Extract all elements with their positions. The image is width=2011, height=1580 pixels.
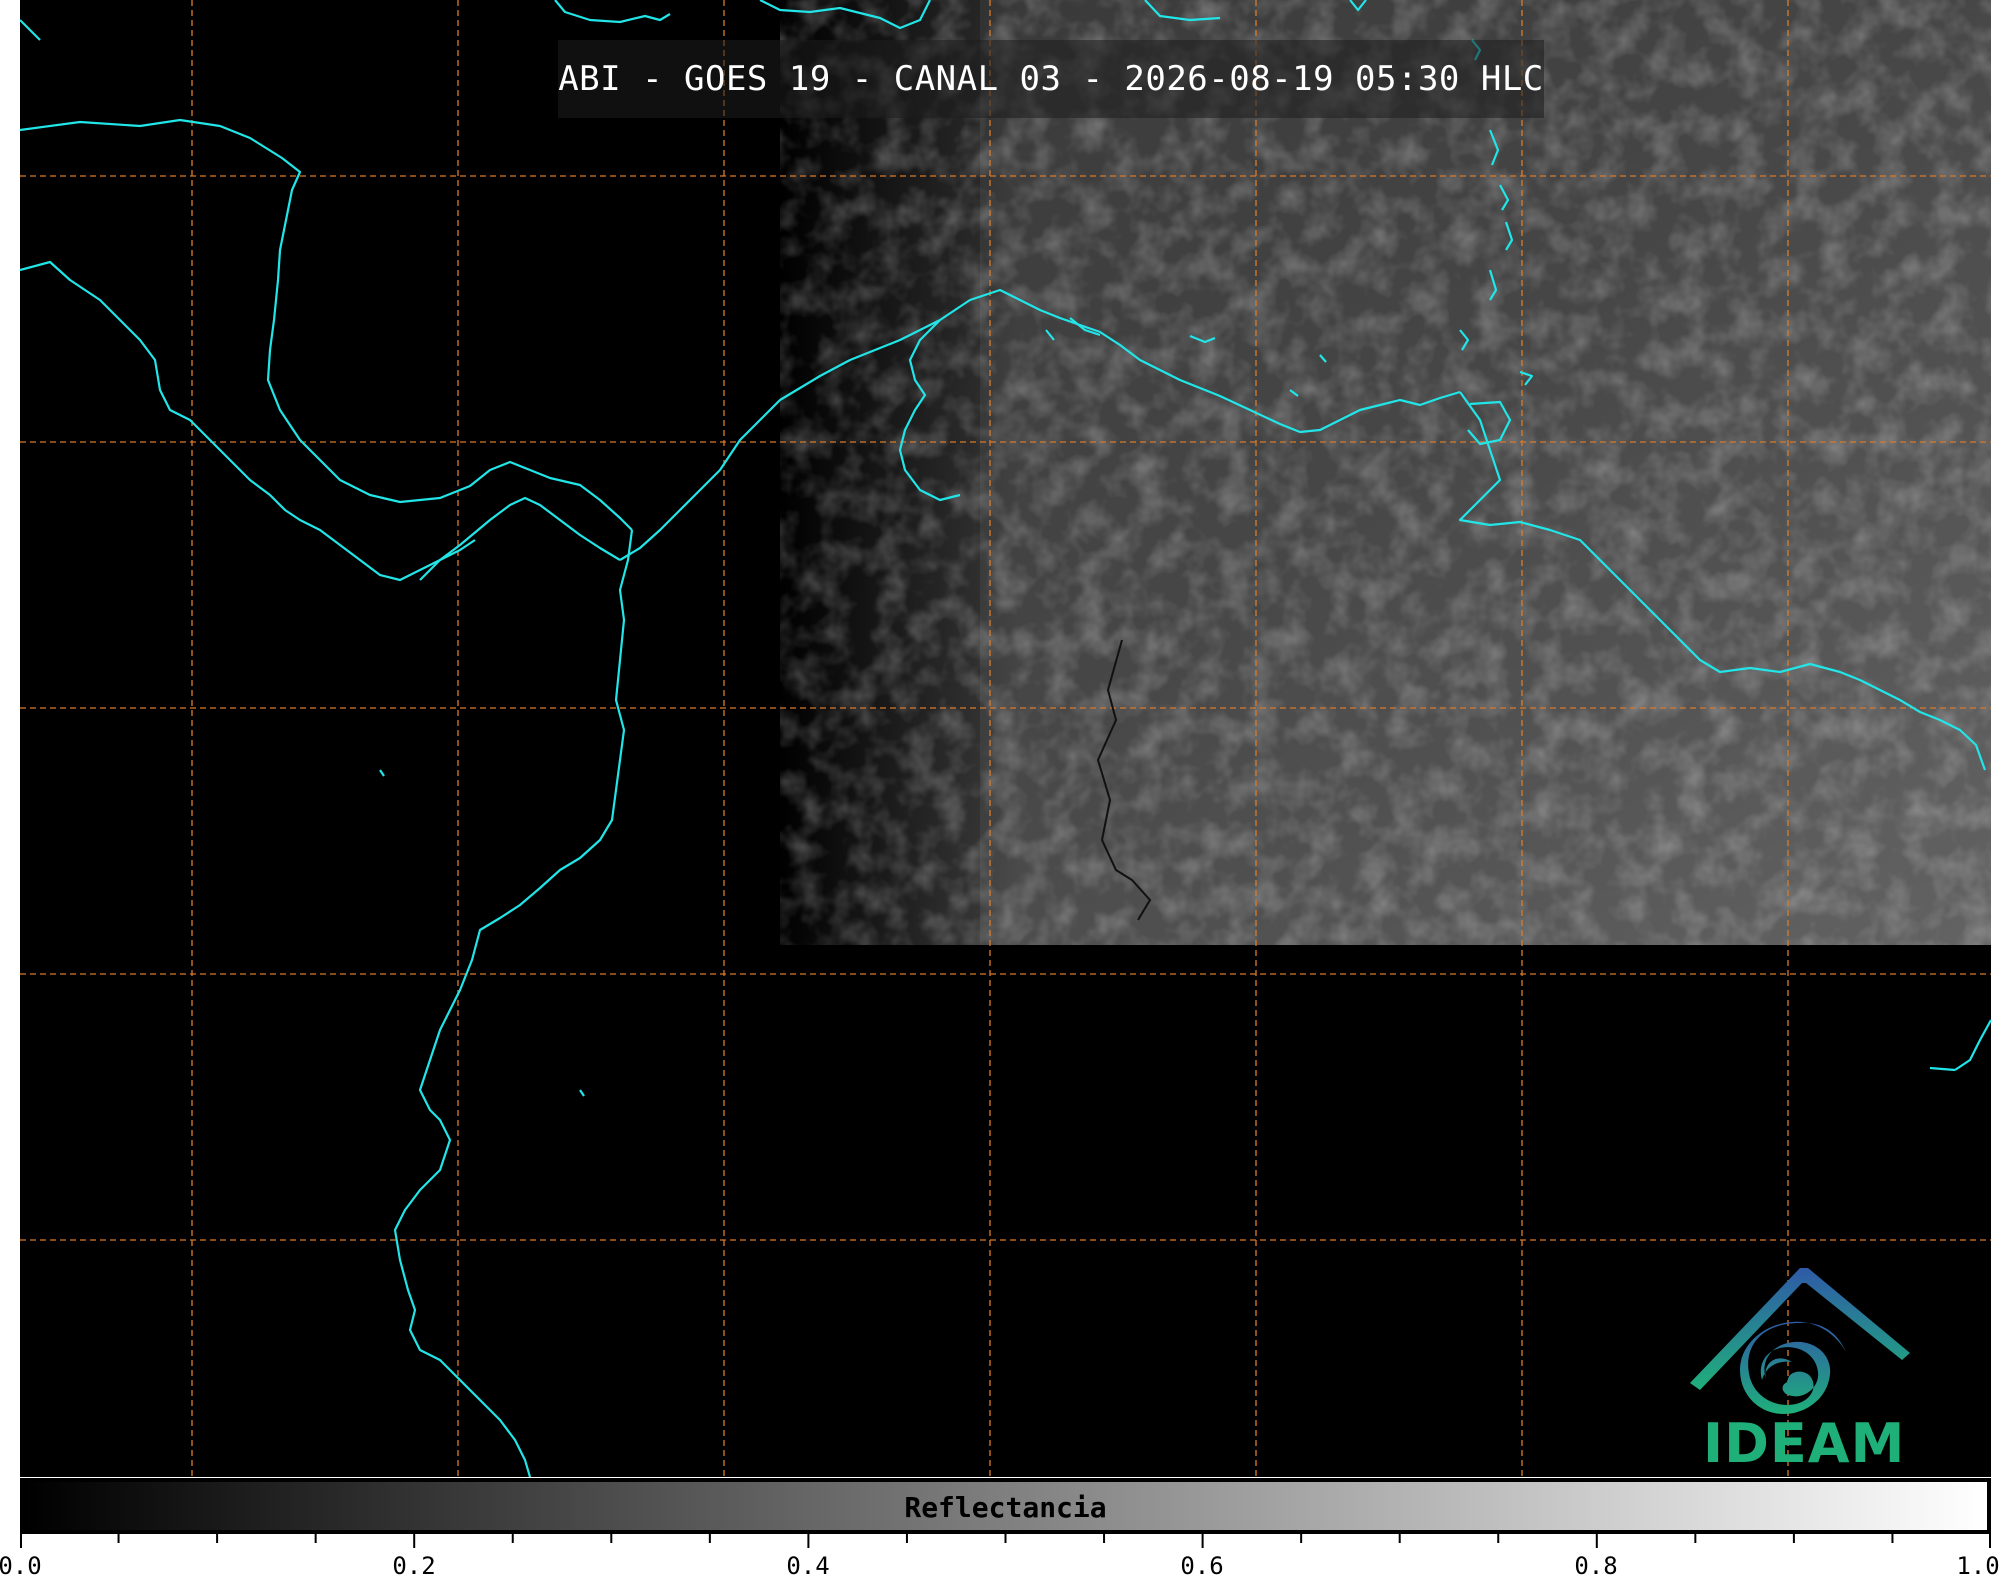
title-banner: ABI - GOES 19 - CANAL 03 - 2026-08-19 05… (558, 40, 1544, 118)
colorbar-tick-label: 0.8 (1574, 1552, 1618, 1580)
colorbar: Reflectancia (20, 1478, 1991, 1534)
colorbar-tick-label: 0.2 (392, 1552, 436, 1580)
cloud-brightening (980, 0, 1991, 945)
colorbar-tick-label: 1.0 (1956, 1552, 2000, 1580)
colorbar-tick-label: 0.6 (1180, 1552, 1224, 1580)
satellite-imagery-layer (780, 0, 1991, 945)
satellite-map: ABI - GOES 19 - CANAL 03 - 2026-08-19 05… (20, 0, 1991, 1477)
colorbar-tick-label: 0.4 (786, 1552, 830, 1580)
colorbar-tick-label: 0.0 (0, 1552, 42, 1580)
page-title: ABI - GOES 19 - CANAL 03 - 2026-08-19 05… (558, 59, 1544, 99)
colorbar-ticks: 0.0 0.2 0.4 0.6 0.8 1.0 (0, 1534, 2000, 1580)
colorbar-tick-marks (20, 1534, 1991, 1548)
colorbar-label: Reflectancia (904, 1491, 1107, 1524)
logo-text: IDEAM (1703, 1412, 1906, 1475)
